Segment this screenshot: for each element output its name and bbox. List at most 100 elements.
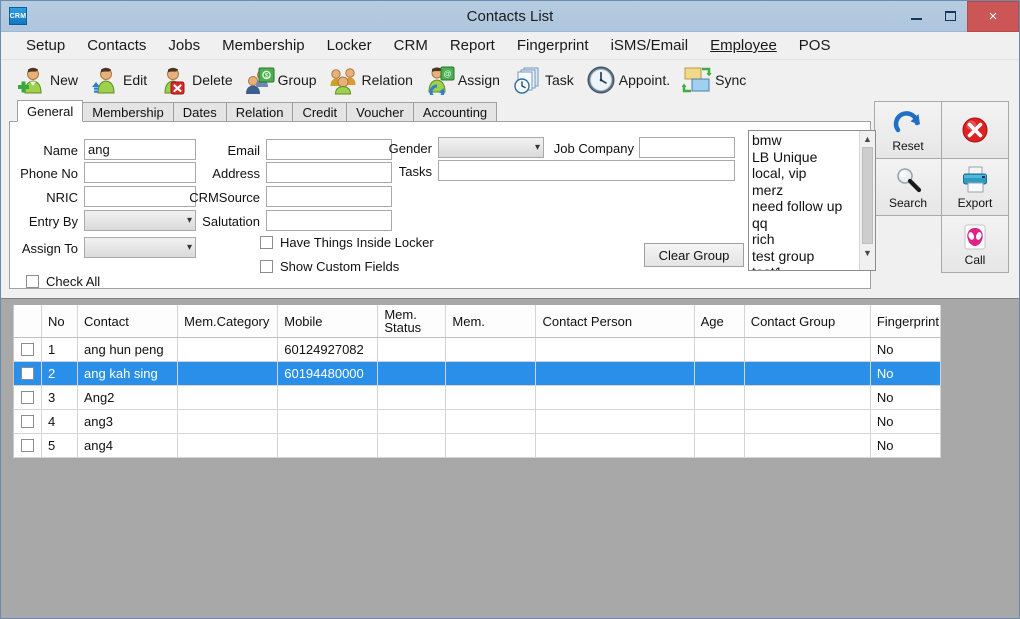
row-checkbox[interactable] <box>21 391 34 404</box>
reset-button[interactable]: Reset <box>874 101 942 159</box>
column-header-contact[interactable]: Contact <box>77 305 179 338</box>
tab-accounting[interactable]: Accounting <box>412 102 498 122</box>
list-item[interactable]: test group <box>752 248 859 265</box>
list-item[interactable]: local, vip <box>752 165 859 182</box>
job-company-input[interactable] <box>639 137 735 158</box>
scroll-down-icon[interactable]: ▼ <box>863 245 872 260</box>
close-panel-button[interactable] <box>941 101 1009 159</box>
list-item[interactable]: rich <box>752 231 859 248</box>
contact-group-listbox[interactable]: bmw LB Unique local, vip merz need follo… <box>748 130 876 271</box>
tab-general[interactable]: General <box>17 100 84 122</box>
toolbar-button-assign[interactable]: @ Assign <box>419 62 506 100</box>
export-button[interactable]: Export <box>941 158 1009 216</box>
scrollbar-thumb[interactable] <box>862 147 873 244</box>
cell-mobile: 60194480000 <box>277 361 379 386</box>
column-header-mem[interactable]: Mem. <box>445 305 537 338</box>
column-header-contact-group[interactable]: Contact Group <box>744 305 871 338</box>
toolbar-button-task[interactable]: Task <box>506 62 580 98</box>
clear-group-button[interactable]: Clear Group <box>644 243 744 267</box>
menu-item-contacts[interactable]: Contacts <box>76 35 157 56</box>
list-item[interactable]: LB Unique <box>752 149 859 166</box>
call-button[interactable]: Call <box>941 215 1009 273</box>
list-item[interactable]: qq <box>752 215 859 232</box>
nric-input[interactable] <box>84 186 196 207</box>
contacts-grid-area[interactable]: No Contact Mem.Category Mobile Mem. Stat… <box>1 298 1019 618</box>
menu-item-report[interactable]: Report <box>439 35 506 56</box>
minimize-button[interactable] <box>899 1 933 32</box>
assign-to-select[interactable]: ▾ <box>84 237 196 258</box>
list-item[interactable]: bmw <box>752 132 859 149</box>
column-header-age[interactable]: Age <box>694 305 745 338</box>
table-row[interactable]: 1 ang hun peng 60124927082 No <box>13 337 942 362</box>
menu-item-membership[interactable]: Membership <box>211 35 316 56</box>
toolbar-button-relation[interactable]: Relation <box>323 62 419 98</box>
column-header-select[interactable] <box>13 305 43 338</box>
menu-item-crm[interactable]: CRM <box>383 35 439 56</box>
table-row[interactable]: 4 ang3 No <box>13 409 942 434</box>
tab-voucher[interactable]: Voucher <box>346 102 414 122</box>
menu-item-employee[interactable]: Employee <box>699 35 788 56</box>
close-button[interactable]: × <box>967 0 1019 32</box>
tab-dates[interactable]: Dates <box>172 102 227 122</box>
menu-item-setup[interactable]: Setup <box>15 35 76 56</box>
toolbar-button-edit[interactable]: Edit <box>84 62 153 98</box>
row-checkbox-cell[interactable] <box>13 361 43 386</box>
scroll-up-icon[interactable]: ▲ <box>863 131 872 146</box>
row-checkbox[interactable] <box>21 367 34 380</box>
row-checkbox[interactable] <box>21 439 34 452</box>
row-checkbox-cell[interactable] <box>13 385 43 410</box>
list-item[interactable]: need follow up <box>752 198 859 215</box>
salutation-input[interactable] <box>266 210 392 231</box>
have-things-inside-locker-row[interactable]: Have Things Inside Locker <box>260 235 434 250</box>
row-checkbox[interactable] <box>21 343 34 356</box>
contacts-grid[interactable]: No Contact Mem.Category Mobile Mem. Stat… <box>13 305 942 458</box>
tab-panel-general: Name Phone No NRIC Entry By ▾ Assign To … <box>9 121 876 289</box>
row-checkbox-cell[interactable] <box>13 337 43 362</box>
table-row[interactable]: 2 ang kah sing 60194480000 No <box>13 361 942 386</box>
tab-relation[interactable]: Relation <box>225 102 294 122</box>
listbox-scrollbar[interactable]: ▲ ▼ <box>859 131 875 270</box>
row-checkbox-cell[interactable] <box>13 433 43 458</box>
search-form-area: General Membership Dates Relation Credit… <box>1 100 1019 292</box>
row-checkbox[interactable] <box>21 415 34 428</box>
column-header-mobile[interactable]: Mobile <box>277 305 379 338</box>
email-input[interactable] <box>266 139 392 160</box>
check-all-checkbox[interactable] <box>26 275 39 288</box>
show-custom-fields-row[interactable]: Show Custom Fields <box>260 259 399 274</box>
entry-by-select[interactable]: ▾ <box>84 210 196 231</box>
tasks-input[interactable] <box>438 160 735 181</box>
have-things-inside-locker-checkbox[interactable] <box>260 236 273 249</box>
menu-item-locker[interactable]: Locker <box>316 35 383 56</box>
toolbar-button-sync[interactable]: Sync <box>676 62 752 98</box>
tab-credit[interactable]: Credit <box>292 102 348 122</box>
menu-item-fingerprint[interactable]: Fingerprint <box>506 35 600 56</box>
maximize-button[interactable] <box>933 1 967 32</box>
column-header-mem-status[interactable]: Mem. Status <box>377 305 447 338</box>
name-input[interactable] <box>84 139 196 160</box>
toolbar-button-delete[interactable]: Delete <box>153 62 238 98</box>
crm-source-input[interactable] <box>266 186 392 207</box>
column-header-mem-category[interactable]: Mem.Category <box>177 305 279 338</box>
chevron-down-icon: ▾ <box>534 142 540 153</box>
phone-no-input[interactable] <box>84 162 196 183</box>
menu-item-jobs[interactable]: Jobs <box>157 35 211 56</box>
column-header-contact-person[interactable]: Contact Person <box>535 305 695 338</box>
table-row[interactable]: 5 ang4 No <box>13 433 942 458</box>
menu-item-pos[interactable]: POS <box>788 35 842 56</box>
check-all-row[interactable]: Check All <box>26 274 100 289</box>
list-item[interactable]: merz <box>752 182 859 199</box>
tab-membership[interactable]: Membership <box>82 102 174 122</box>
column-header-no[interactable]: No <box>41 305 79 338</box>
toolbar-button-appoint[interactable]: Appoint. <box>580 62 676 98</box>
table-row[interactable]: 3 Ang2 No <box>13 385 942 410</box>
search-button[interactable]: Search <box>874 158 942 216</box>
toolbar-button-group[interactable]: $ Group <box>239 62 323 98</box>
list-item[interactable]: test1 <box>752 264 859 270</box>
gender-select[interactable]: ▾ <box>438 137 544 158</box>
column-header-fingerprint[interactable]: Fingerprint <box>870 305 942 338</box>
address-input[interactable] <box>266 162 392 183</box>
toolbar-button-new[interactable]: New <box>11 62 84 98</box>
menu-item-isms-email[interactable]: iSMS/Email <box>600 35 700 56</box>
row-checkbox-cell[interactable] <box>13 409 43 434</box>
show-custom-fields-checkbox[interactable] <box>260 260 273 273</box>
